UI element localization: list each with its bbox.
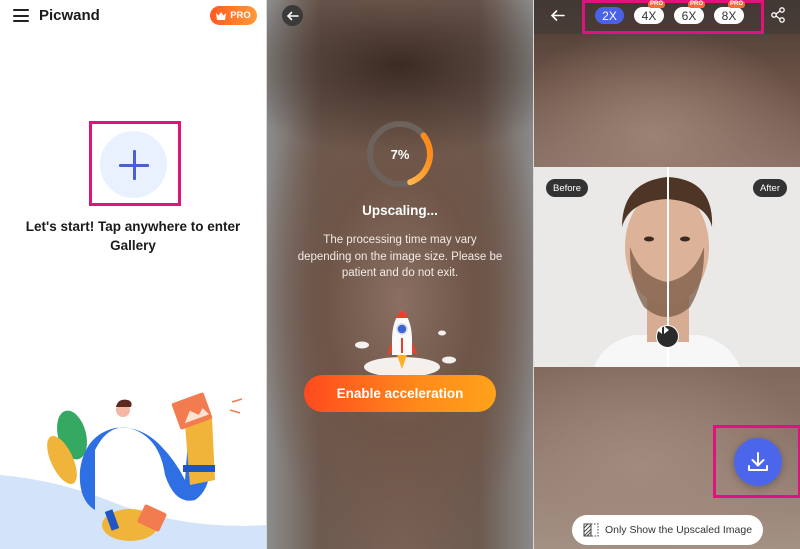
back-button[interactable] xyxy=(282,5,303,26)
person-illustration xyxy=(0,392,266,549)
rocket-icon xyxy=(355,310,456,375)
crown-icon xyxy=(216,11,227,20)
home-screen: Picwand PRO Let's start! Tap anywhere to… xyxy=(0,0,266,549)
pro-upgrade-button[interactable]: PRO xyxy=(210,6,257,25)
arrow-left-icon[interactable] xyxy=(550,9,565,22)
scale-label: 8X xyxy=(721,8,737,23)
plus-icon xyxy=(118,149,149,180)
compare-split-icon xyxy=(583,523,599,537)
start-prompt[interactable]: Let's start! Tap anywhere to enter Galle… xyxy=(0,217,266,255)
scale-option-6x[interactable]: 6X PRO xyxy=(674,1,705,24)
upscaling-description: The processing time may vary depending o… xyxy=(297,234,503,279)
before-after-comparison[interactable]: Before After xyxy=(534,167,800,367)
only-show-label: Only Show the Upscaled Image xyxy=(604,524,753,536)
arrow-left-icon xyxy=(286,11,299,20)
pro-tag: PRO xyxy=(687,1,705,8)
scale-option-2x[interactable]: 2X xyxy=(595,7,624,24)
upscaling-title: Upscaling... xyxy=(362,203,438,218)
app-title: Picwand xyxy=(39,7,100,24)
app-header: Picwand PRO xyxy=(0,0,266,32)
download-button[interactable] xyxy=(734,438,782,486)
scale-label: 6X xyxy=(681,8,697,23)
hamburger-menu-icon[interactable] xyxy=(13,9,29,22)
pro-badge-label: PRO xyxy=(230,10,251,21)
scale-label: 4X xyxy=(641,8,657,23)
split-handle-icon[interactable] xyxy=(656,325,679,348)
download-icon xyxy=(748,452,768,471)
result-screen: 2X 4X PRO 6X PRO 8X PRO Before After Onl… xyxy=(534,0,800,549)
share-icon[interactable] xyxy=(770,7,786,23)
after-label: After xyxy=(752,179,787,197)
add-photo-button[interactable] xyxy=(100,131,167,198)
progress-percent: 7% xyxy=(390,146,410,162)
result-toolbar: 2X 4X PRO 6X PRO 8X PRO xyxy=(534,0,800,34)
only-show-upscaled-button[interactable]: Only Show the Upscaled Image xyxy=(572,515,763,545)
pro-tag: PRO xyxy=(647,1,665,8)
scale-option-8x[interactable]: 8X PRO xyxy=(714,1,745,24)
enable-acceleration-button[interactable]: Enable acceleration xyxy=(304,375,496,412)
scale-label: 2X xyxy=(602,8,617,23)
pro-tag: PRO xyxy=(727,1,745,8)
processing-screen: 7% Upscaling... The processing time may … xyxy=(267,0,533,549)
before-label: Before xyxy=(546,179,588,197)
split-arrows-icon xyxy=(657,326,669,334)
scale-option-4x[interactable]: 4X PRO xyxy=(634,1,665,24)
